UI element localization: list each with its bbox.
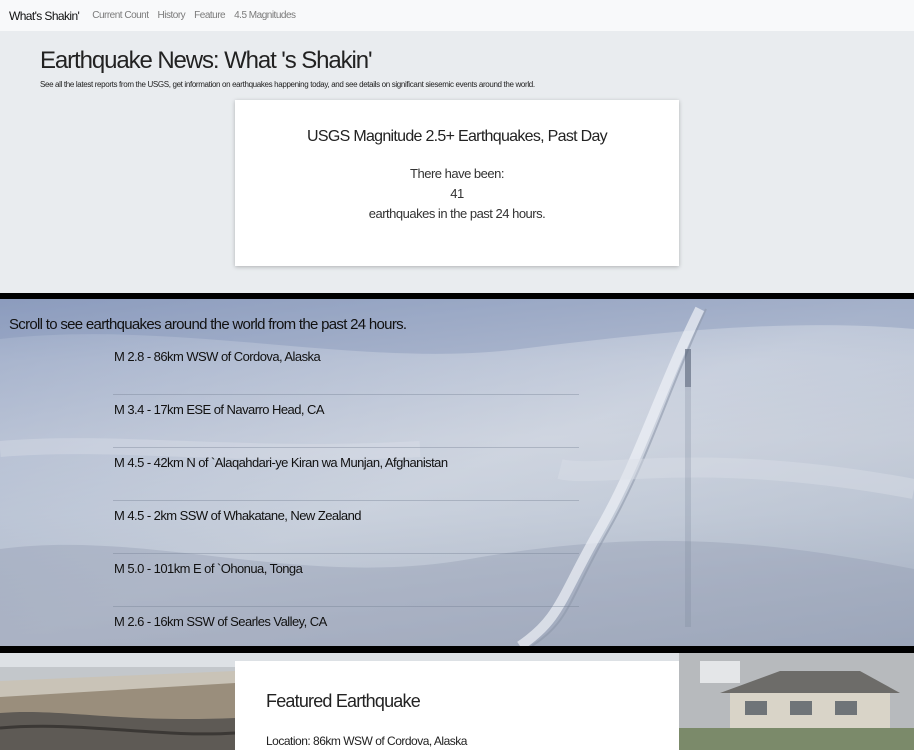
featured-earthquake-card: Featured Earthquake Location: 86km WSW o…: [235, 661, 679, 750]
count-card-title: USGS Magnitude 2.5+ Earthquakes, Past Da…: [307, 128, 608, 145]
count-suffix-text: earthquakes in the past 24 hours.: [368, 206, 546, 221]
jumbotron: Earthquake News: What 's Shakin' See all…: [0, 31, 914, 293]
nav-link-history[interactable]: History: [158, 10, 186, 21]
nav-link-magnitudes[interactable]: 4.5 Magnitudes: [234, 10, 296, 21]
list-item[interactable]: M 3.4 - 17km ESE of Navarro Head, CA: [113, 395, 579, 448]
list-item[interactable]: M 5.0 - 101km E of `Ohonua, Tonga: [113, 554, 579, 607]
list-item[interactable]: M 4.5 - 2km SSW of Whakatane, New Zealan…: [113, 501, 579, 554]
page-title: Earthquake News: What 's Shakin': [40, 47, 373, 74]
section-divider: [0, 646, 914, 653]
count-intro-text: There have been:: [410, 166, 504, 181]
lead-text: See all the latest reports from the USGS…: [40, 80, 535, 89]
list-item[interactable]: M 4.5 - 42km N of `Alaqahdari-ye Kiran w…: [113, 448, 579, 501]
earthquake-list-section: Scroll to see earthquakes around the wor…: [0, 299, 914, 646]
featured-earthquake-section: Featured Earthquake Location: 86km WSW o…: [0, 653, 914, 750]
list-item[interactable]: M 2.8 - 86km WSW of Cordova, Alaska: [113, 342, 579, 395]
navbar: What's Shakin' Current Count History Fea…: [0, 0, 914, 31]
scroll-section-heading: Scroll to see earthquakes around the wor…: [9, 316, 407, 333]
list-item[interactable]: M 2.6 - 16km SSW of Searles Valley, CA: [113, 607, 579, 632]
featured-location: Location: 86km WSW of Cordova, Alaska: [266, 734, 467, 748]
featured-title: Featured Earthquake: [266, 691, 421, 711]
nav-link-current-count[interactable]: Current Count: [92, 10, 149, 21]
nav-link-feature[interactable]: Feature: [194, 10, 225, 21]
list-scrollbar-thumb[interactable]: [685, 349, 691, 387]
earthquake-count-card: USGS Magnitude 2.5+ Earthquakes, Past Da…: [235, 100, 679, 266]
earthquake-count-value: 41: [450, 186, 464, 201]
earthquake-scroll-list[interactable]: M 2.8 - 86km WSW of Cordova, Alaska M 3.…: [113, 342, 691, 632]
navbar-brand[interactable]: What's Shakin': [9, 9, 80, 23]
list-scrollbar-track[interactable]: [685, 349, 691, 627]
